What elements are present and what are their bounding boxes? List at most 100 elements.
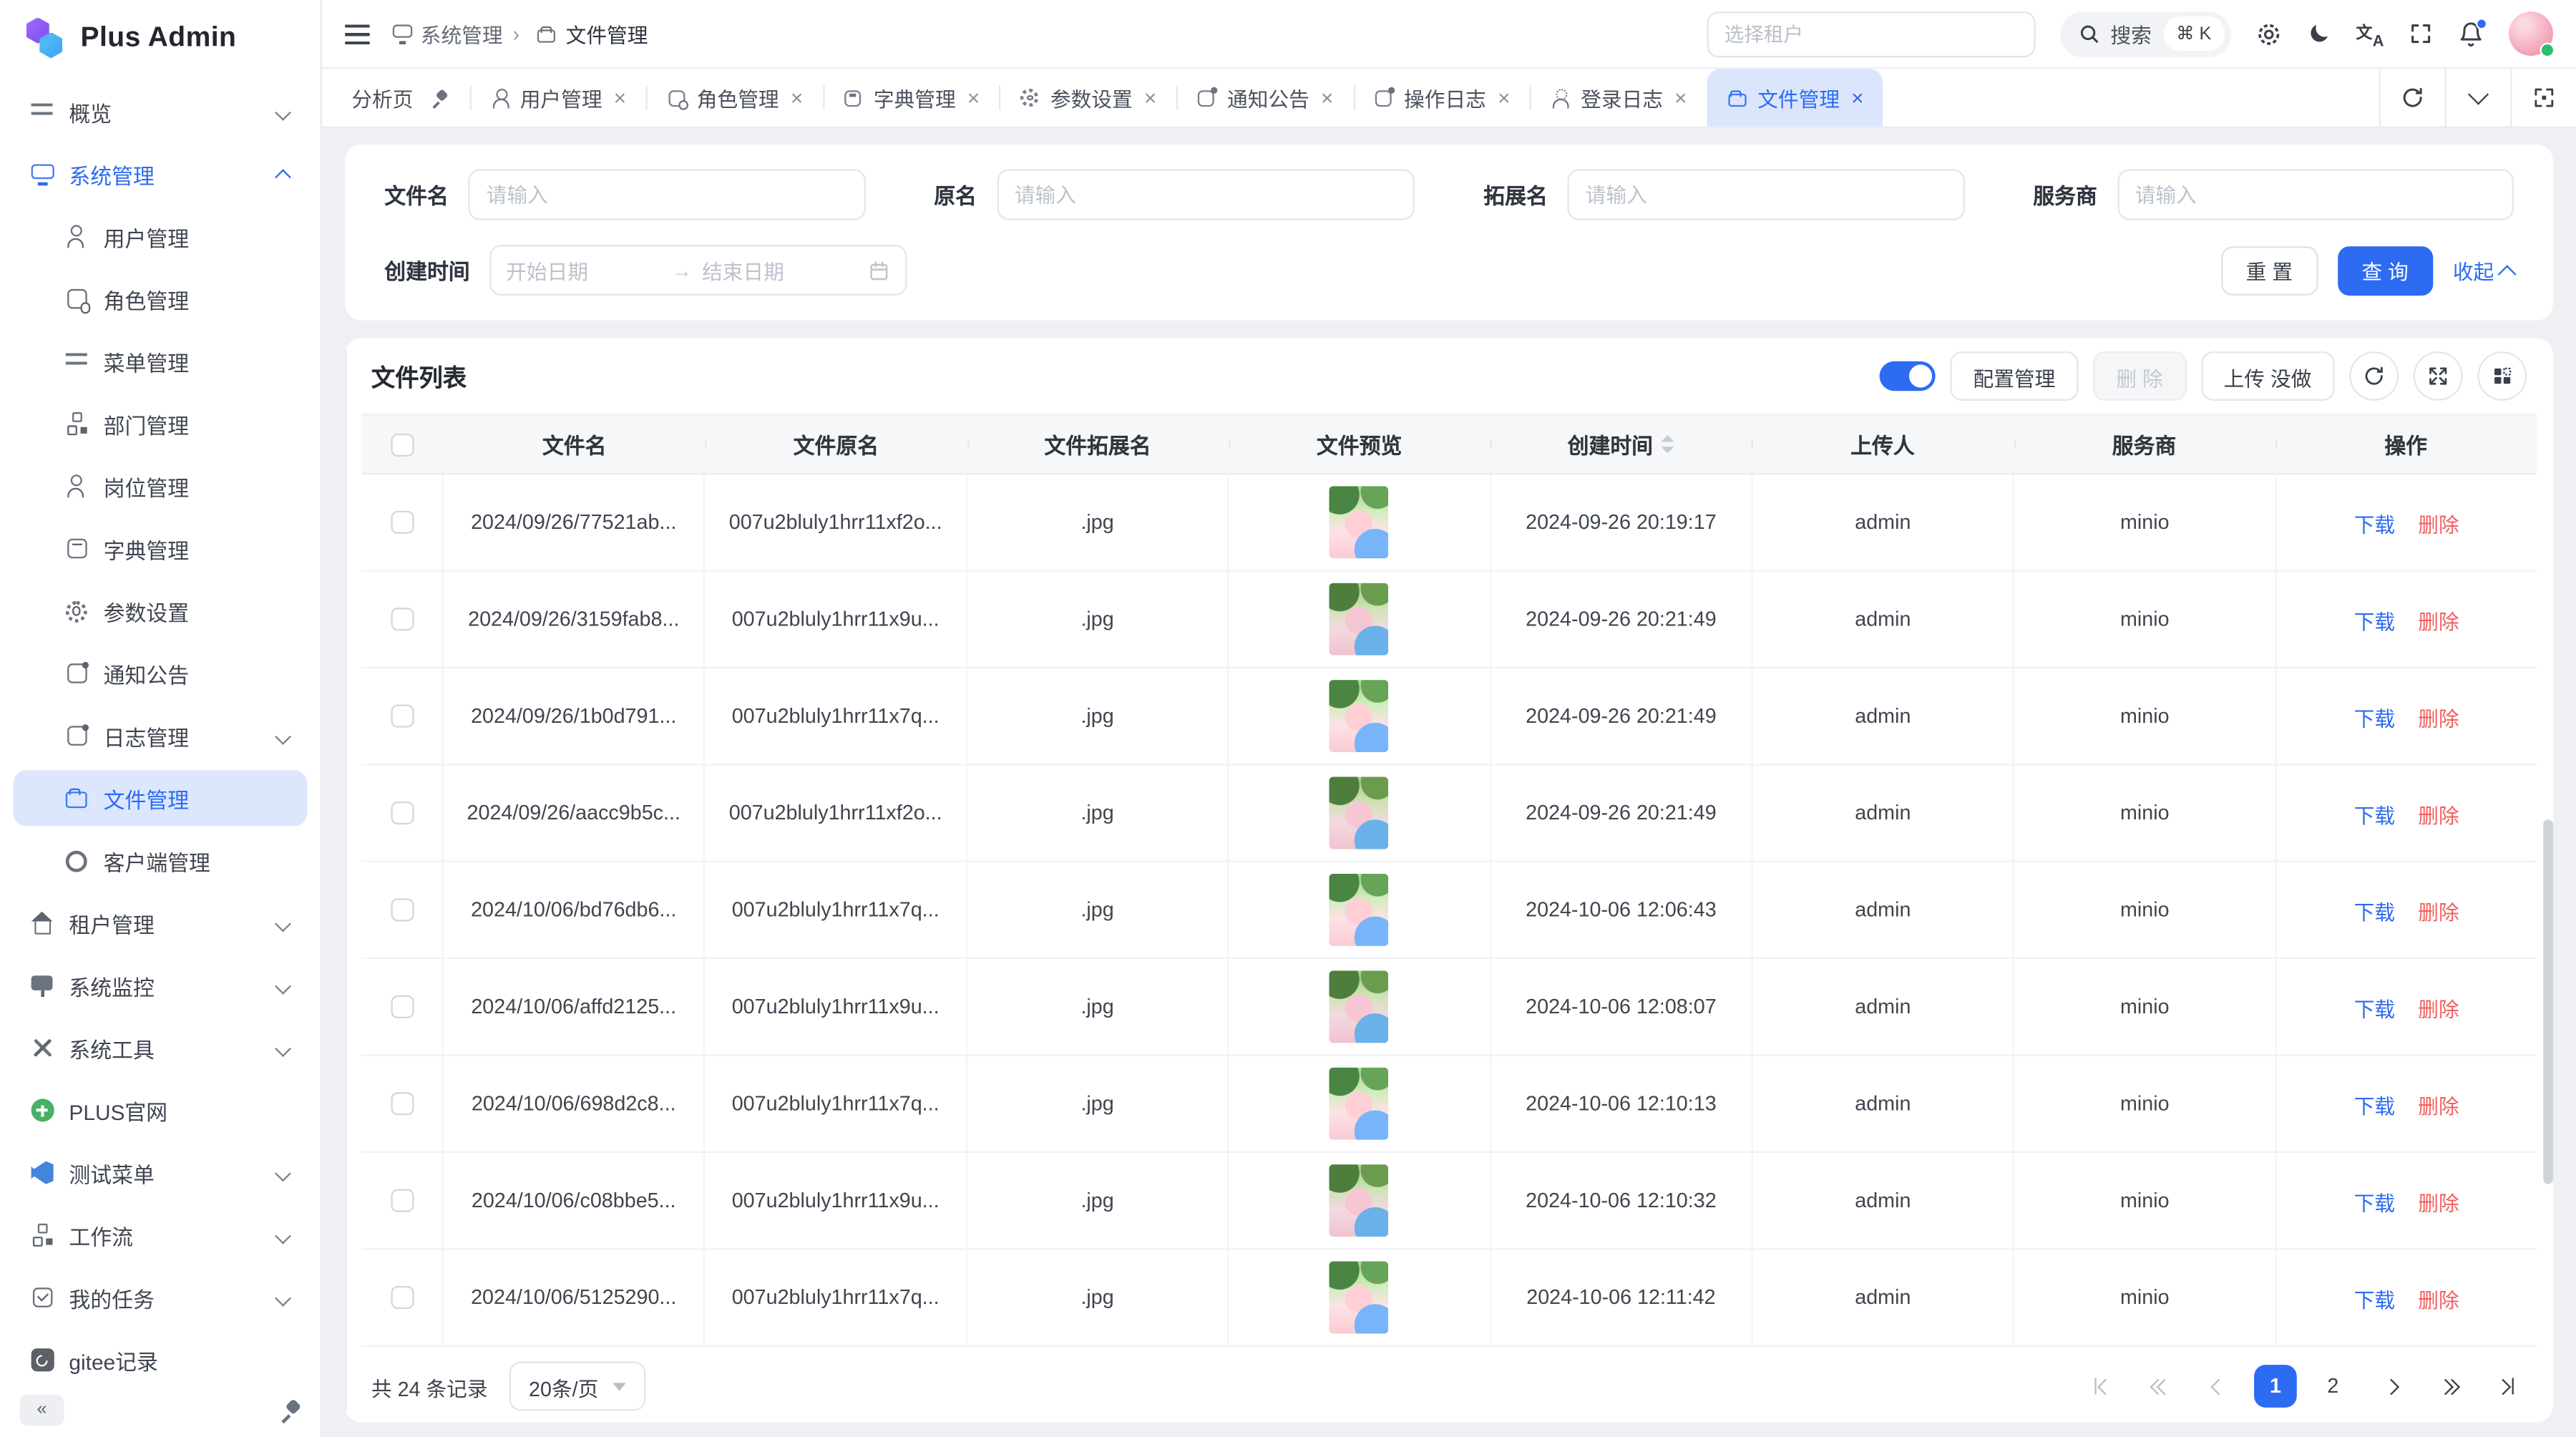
column-header[interactable]: 文件原名 (706, 429, 967, 460)
sidebar-item[interactable]: 客户端管理 (13, 833, 307, 889)
sidebar-pin-icon[interactable] (278, 1398, 301, 1421)
next-page-button[interactable] (2369, 1365, 2412, 1408)
reset-button[interactable]: 重 置 (2221, 245, 2317, 295)
column-settings-icon[interactable] (2477, 351, 2527, 401)
tab-close-icon[interactable]: × (1674, 87, 1687, 109)
tabs-refresh-icon[interactable] (2379, 69, 2445, 126)
tabs-maximize-icon[interactable] (2510, 69, 2576, 126)
file-preview-image[interactable] (1330, 1262, 1389, 1334)
download-link[interactable]: 下载 (2354, 1185, 2395, 1217)
sidebar-item[interactable]: 参数设置 (13, 583, 307, 639)
file-preview-image[interactable] (1330, 680, 1389, 752)
row-checkbox[interactable] (390, 995, 413, 1018)
delete-link[interactable]: 删除 (2418, 1185, 2459, 1217)
download-link[interactable]: 下载 (2354, 603, 2395, 635)
sidebar-collapse-button[interactable]: « (20, 1394, 64, 1426)
page-tab[interactable]: 分析页 × (332, 69, 469, 126)
file-preview-image[interactable] (1330, 1068, 1389, 1140)
dark-mode-moon-icon[interactable] (2307, 21, 2331, 46)
config-manage-button[interactable]: 配置管理 (1950, 351, 2078, 401)
filter-field-input[interactable] (2117, 169, 2513, 220)
upload-button[interactable]: 上传 没做 (2201, 351, 2335, 401)
page-tab[interactable]: 登录日志 × (1530, 69, 1707, 126)
first-page-button[interactable] (2082, 1365, 2124, 1408)
row-checkbox[interactable] (390, 608, 413, 630)
sidebar-item[interactable]: 角色管理 (13, 271, 307, 327)
column-header[interactable]: 文件名 (444, 429, 706, 460)
select-all-checkbox[interactable] (391, 433, 414, 456)
sidebar-item[interactable]: 工作流 (13, 1207, 307, 1263)
tab-close-icon[interactable]: × (614, 87, 626, 109)
fullscreen-icon[interactable] (2409, 21, 2433, 46)
sidebar-item[interactable]: 测试菜单 (13, 1145, 307, 1201)
download-link[interactable]: 下载 (2354, 895, 2395, 926)
language-translate-icon[interactable]: 文A (2356, 21, 2384, 47)
sidebar-item[interactable]: 菜单管理 (13, 333, 307, 389)
delete-link[interactable]: 删除 (2418, 895, 2459, 926)
last-page-button[interactable] (2484, 1365, 2527, 1408)
sidebar-item[interactable]: 我的任务 (13, 1270, 307, 1325)
row-checkbox[interactable] (390, 802, 413, 824)
page-tab[interactable]: 通知公告 × (1176, 69, 1353, 126)
page-tab[interactable]: 参数设置 × (1000, 69, 1176, 126)
column-header[interactable]: 服务商 (2014, 429, 2275, 460)
date-range-input[interactable]: 开始日期 → 结束日期 (489, 245, 907, 296)
download-link[interactable]: 下载 (2354, 797, 2395, 829)
prev-block-button[interactable] (2139, 1365, 2182, 1408)
filter-field-input[interactable] (1567, 169, 1963, 220)
download-link[interactable]: 下载 (2354, 1282, 2395, 1313)
tab-close-icon[interactable]: × (967, 87, 980, 109)
row-checkbox[interactable] (390, 1286, 413, 1309)
sidebar-item[interactable]: 概览 (13, 84, 307, 140)
next-block-button[interactable] (2426, 1365, 2469, 1408)
sidebar-item[interactable]: gitee记录 (13, 1332, 307, 1383)
settings-gear-icon[interactable] (2255, 21, 2282, 47)
delete-link[interactable]: 删除 (2418, 701, 2459, 732)
file-preview-image[interactable] (1330, 874, 1389, 946)
row-checkbox[interactable] (390, 898, 413, 921)
sidebar-item[interactable]: 系统管理 (13, 146, 307, 202)
page-tab[interactable]: 操作日志 × (1353, 69, 1530, 126)
collapse-filters-link[interactable]: 收起 (2453, 255, 2514, 286)
delete-link[interactable]: 删除 (2418, 1282, 2459, 1313)
global-search[interactable]: 搜索 ⌘ K (2059, 11, 2231, 57)
refresh-icon[interactable] (2349, 351, 2399, 401)
breadcrumb-item[interactable]: 文件管理 (512, 18, 648, 49)
tab-close-icon[interactable]: × (791, 87, 803, 109)
expand-table-icon[interactable] (2414, 351, 2463, 401)
sidebar-item[interactable]: 用户管理 (13, 208, 307, 264)
sidebar-item[interactable]: 系统监控 (13, 958, 307, 1013)
row-checkbox[interactable] (390, 511, 413, 534)
page-number-button[interactable]: 2 (2311, 1365, 2354, 1408)
breadcrumb-item[interactable]: 系统管理 (391, 18, 502, 49)
file-preview-image[interactable] (1330, 777, 1389, 849)
column-header[interactable]: 上传人 (1752, 429, 2014, 460)
page-size-select[interactable]: 20条/页 (509, 1362, 645, 1411)
column-header[interactable]: 操作 (2275, 429, 2537, 460)
column-header[interactable]: 文件拓展名 (967, 429, 1229, 460)
hamburger-menu-icon[interactable] (345, 24, 369, 44)
user-avatar[interactable] (2509, 11, 2553, 56)
download-link[interactable]: 下载 (2354, 1088, 2395, 1119)
download-link[interactable]: 下载 (2354, 991, 2395, 1023)
tabs-dropdown-chevron-icon[interactable] (2444, 69, 2510, 126)
sidebar-item[interactable]: 部门管理 (13, 396, 307, 452)
tab-close-icon[interactable]: × (1851, 87, 1863, 109)
sidebar-item[interactable]: 日志管理 (13, 708, 307, 764)
page-tab[interactable]: 字典管理 × (823, 69, 1000, 126)
filter-field-input[interactable] (468, 169, 864, 220)
file-preview-image[interactable] (1330, 1164, 1389, 1237)
list-toggle-switch[interactable] (1880, 361, 1936, 391)
row-checkbox[interactable] (390, 1189, 413, 1212)
delete-link[interactable]: 删除 (2418, 991, 2459, 1023)
sort-icon[interactable] (1662, 436, 1674, 453)
file-preview-image[interactable] (1330, 486, 1389, 558)
file-preview-image[interactable] (1330, 970, 1389, 1043)
page-number-button[interactable]: 1 (2254, 1365, 2297, 1408)
sidebar-item[interactable]: PLUS官网 (13, 1082, 307, 1138)
sidebar-item[interactable]: 租户管理 (13, 895, 307, 951)
delete-link[interactable]: 删除 (2418, 1088, 2459, 1119)
delete-button[interactable]: 删 除 (2093, 351, 2186, 401)
tab-pin-icon[interactable] (429, 89, 447, 107)
tab-close-icon[interactable]: × (1498, 87, 1510, 109)
